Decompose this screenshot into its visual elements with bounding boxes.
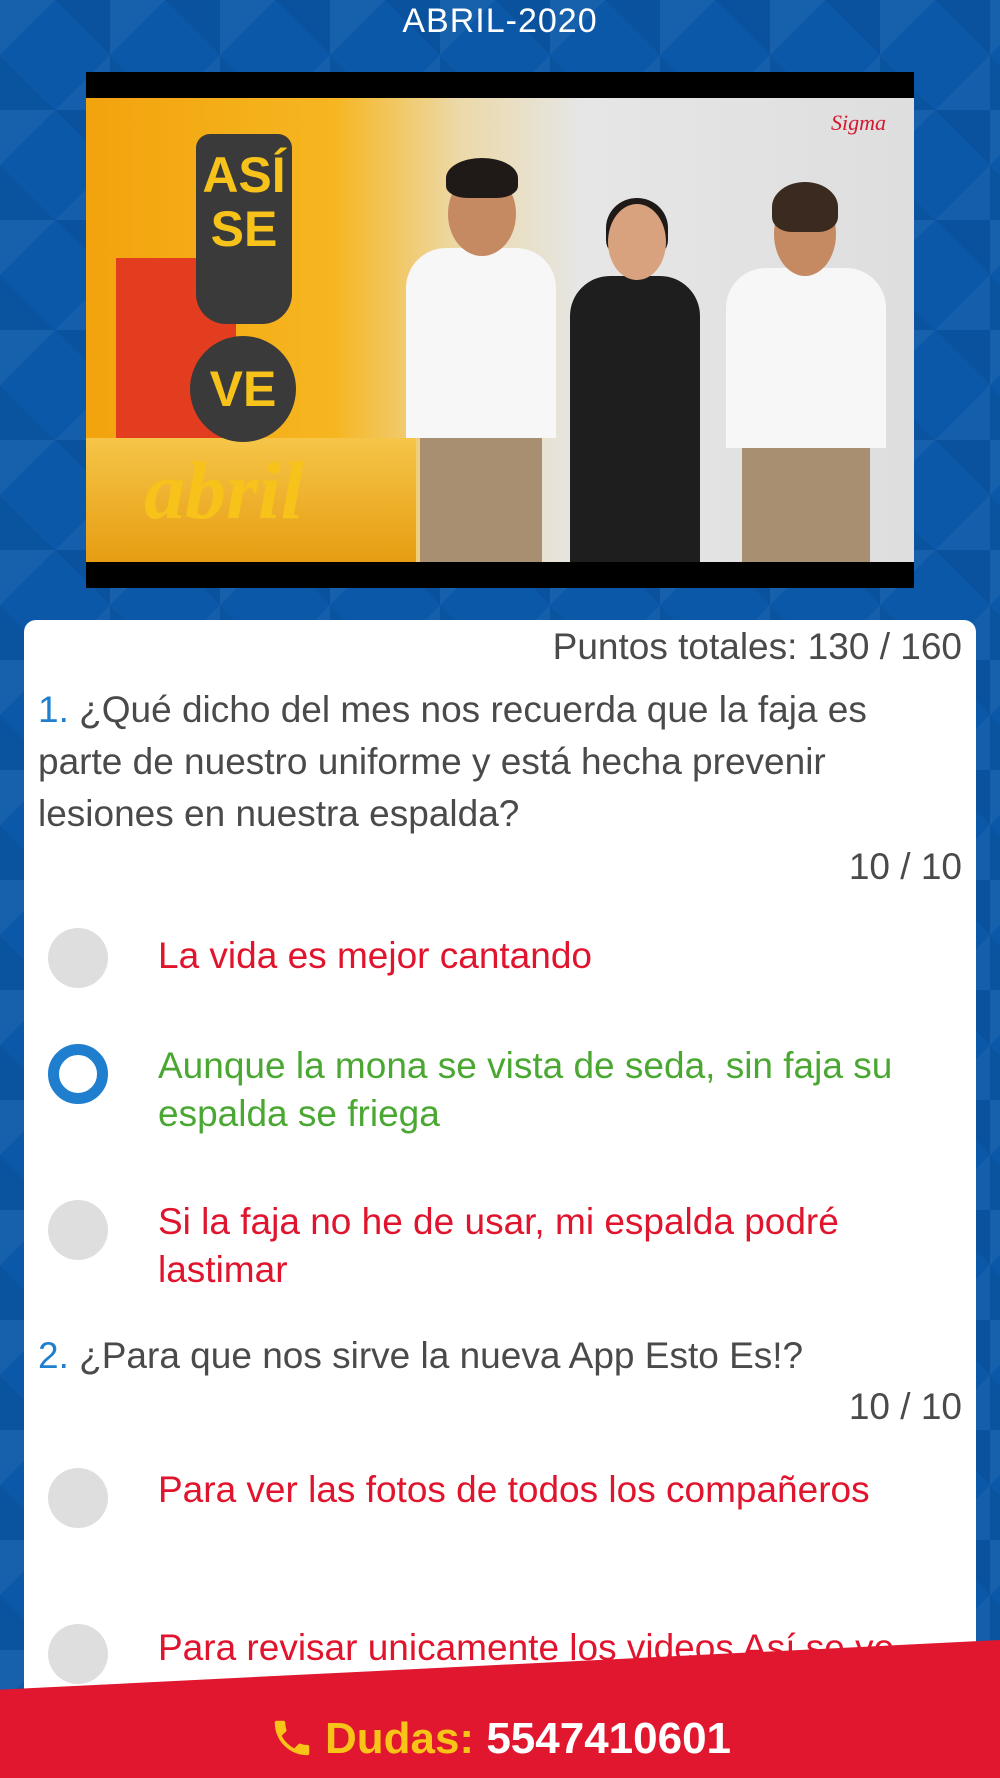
question-text: ¿Para que nos sirve la nueva App Esto Es… xyxy=(79,1335,804,1376)
phone-icon xyxy=(274,1720,310,1756)
answer-option[interactable]: La vida es mejor cantando xyxy=(48,928,958,988)
answer-text: Aunque la mona se vista de seda, sin faj… xyxy=(158,1045,893,1134)
presenter-left xyxy=(406,158,556,562)
contact-phone-number[interactable]: 5547410601 xyxy=(486,1714,731,1763)
thumbnail-logo-asi-se: ASÍ SE xyxy=(196,134,292,324)
presenter-center xyxy=(570,198,700,562)
thumbnail-logo-ve: VE xyxy=(190,336,296,442)
question-text: ¿Qué dicho del mes nos recuerda que la f… xyxy=(38,689,867,834)
total-points: Puntos totales: 130 / 160 xyxy=(552,626,962,667)
radio-button-selected[interactable] xyxy=(48,1044,108,1104)
contact-label: Dudas: xyxy=(324,1714,475,1763)
answer-option-selected[interactable]: Aunque la mona se vista de seda, sin faj… xyxy=(48,1042,958,1138)
question-1-score: 10 / 10 xyxy=(848,846,962,887)
video-thumbnail[interactable]: ASÍ SE VE abril Sigma xyxy=(86,98,914,562)
radio-button[interactable] xyxy=(48,928,108,988)
question-number: 2. xyxy=(38,1335,69,1376)
answer-text: Para ver las fotos de todos los compañer… xyxy=(158,1469,870,1510)
question-1: 1. ¿Qué dicho del mes nos recuerda que l… xyxy=(38,684,958,840)
question-number: 1. xyxy=(38,689,69,730)
thumbnail-logo-abril: abril xyxy=(144,445,304,536)
video-player[interactable]: ASÍ SE VE abril Sigma xyxy=(86,72,914,588)
contact-footer-content[interactable]: Dudas: 5547410601 xyxy=(0,1714,1000,1764)
radio-button[interactable] xyxy=(48,1200,108,1260)
answer-option[interactable]: Para ver las fotos de todos los compañer… xyxy=(48,1466,958,1562)
answer-text: La vida es mejor cantando xyxy=(158,935,592,976)
page-title: ABRIL-2020 xyxy=(402,2,598,40)
presenter-right xyxy=(726,182,886,562)
question-2-score: 10 / 10 xyxy=(848,1386,962,1427)
answer-option[interactable]: Si la faja no he de usar, mi espalda pod… xyxy=(48,1198,958,1294)
thumbnail-brand-logo: Sigma xyxy=(831,110,886,135)
quiz-card: Puntos totales: 130 / 160 1. ¿Qué dicho … xyxy=(24,620,976,1740)
radio-button[interactable] xyxy=(48,1468,108,1528)
radio-button[interactable] xyxy=(48,1624,108,1684)
question-2: 2. ¿Para que nos sirve la nueva App Esto… xyxy=(38,1330,958,1382)
answer-text: Si la faja no he de usar, mi espalda pod… xyxy=(158,1201,839,1290)
